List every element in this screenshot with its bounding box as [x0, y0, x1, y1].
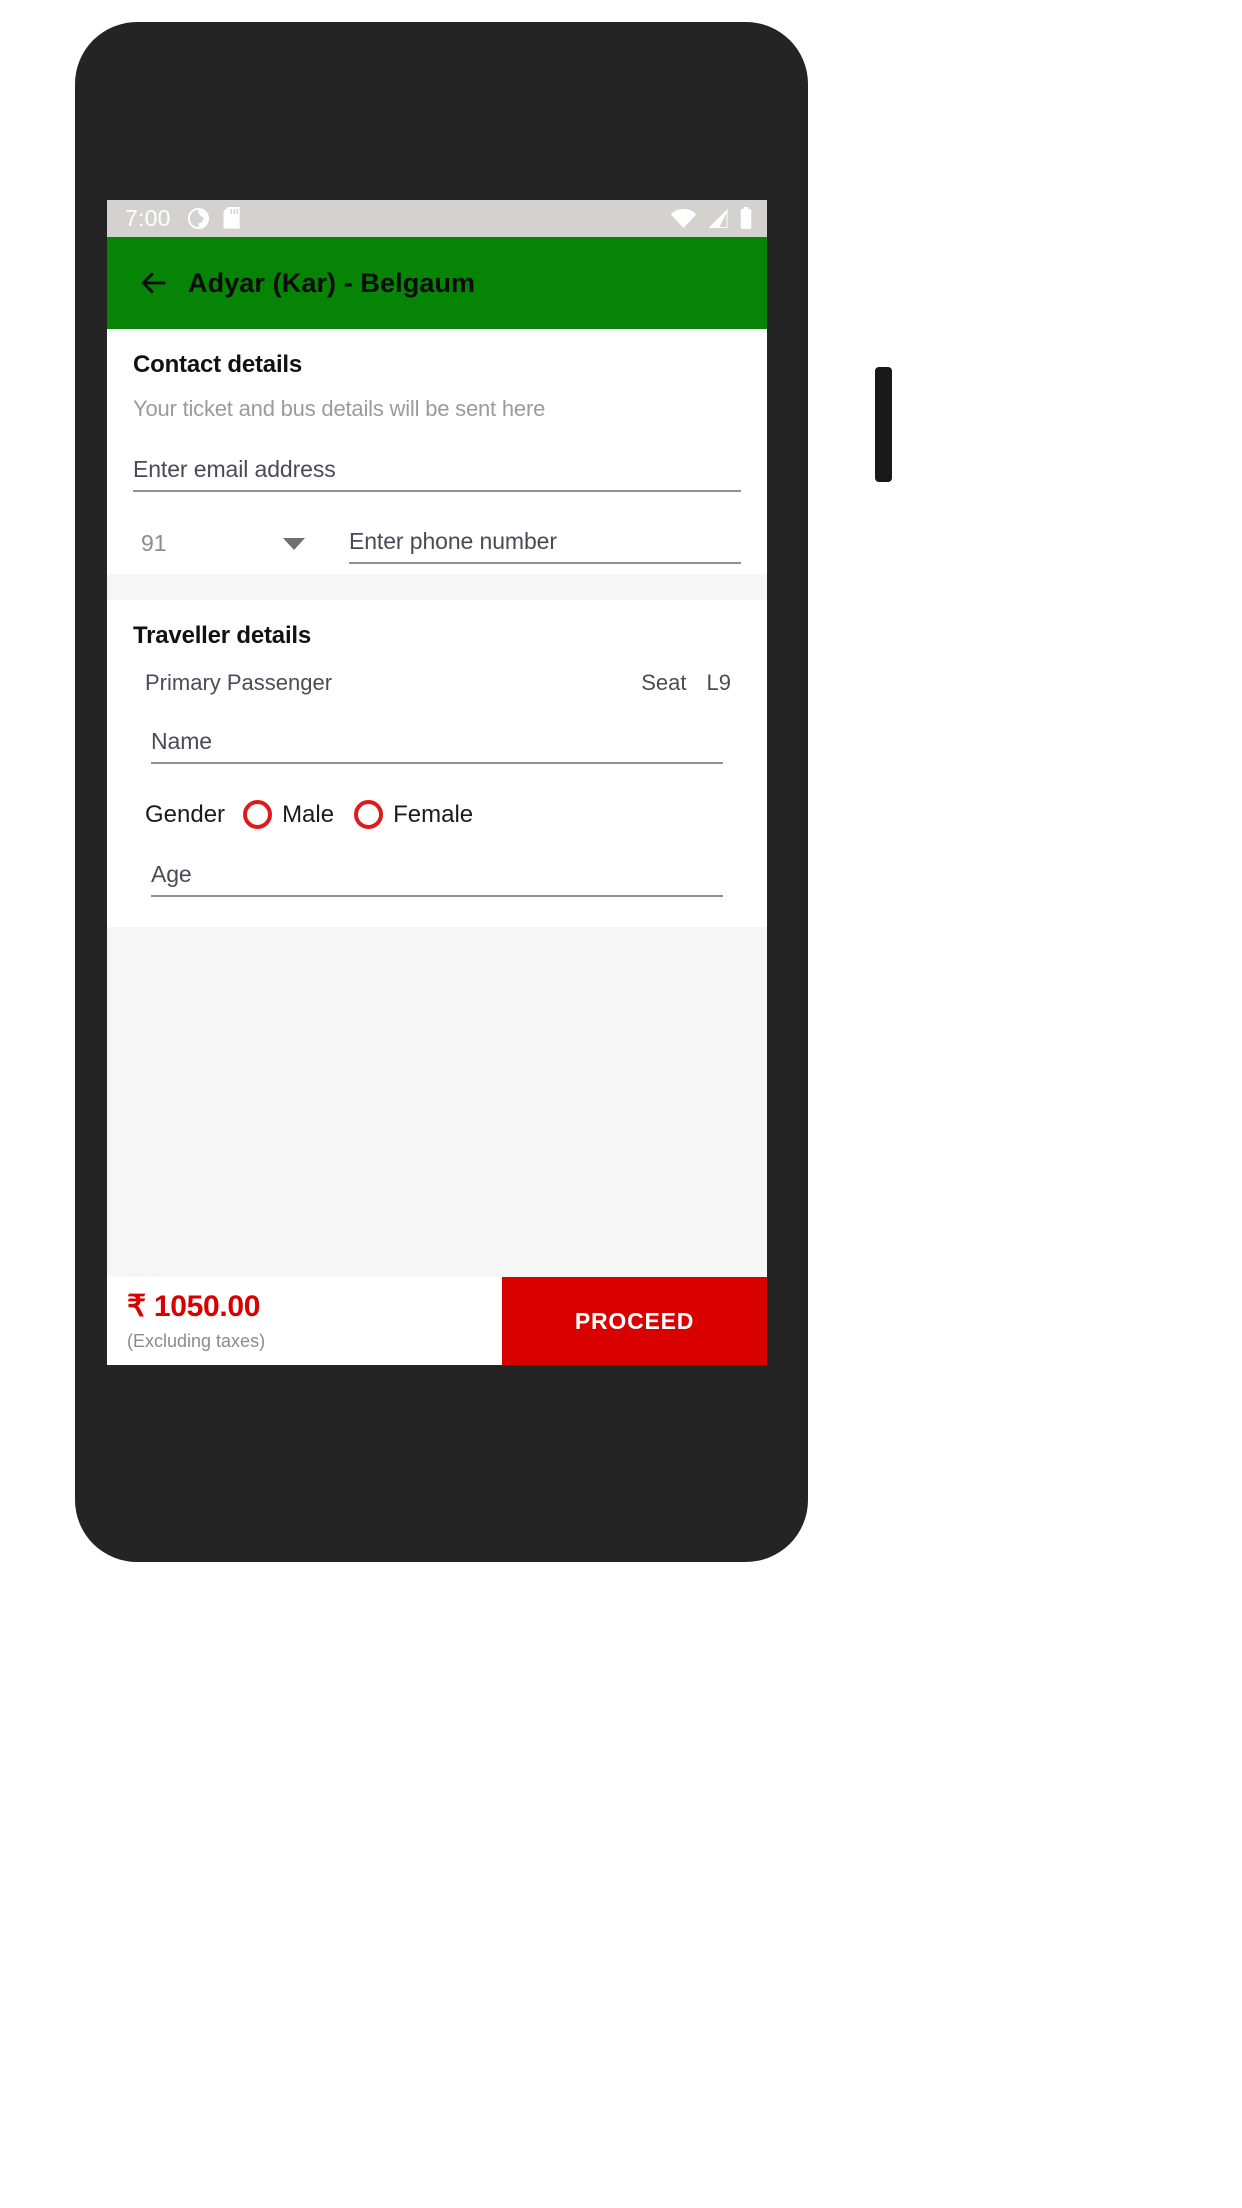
power-button[interactable] [875, 367, 892, 482]
cell-signal-icon [708, 208, 728, 229]
email-field[interactable]: Enter email address [133, 456, 741, 492]
gender-row: Gender Male Female [145, 800, 741, 829]
traveller-details-card: Traveller details Primary Passenger Seat… [107, 600, 767, 927]
gender-label: Gender [145, 800, 226, 828]
seat-info: Seat L9 [641, 670, 731, 696]
name-field-placeholder: Name [151, 728, 212, 754]
name-field[interactable]: Name [151, 728, 723, 764]
status-right-icons [670, 207, 753, 230]
phone-row: 91 Enter phone number [133, 528, 741, 564]
gender-option-female-label[interactable]: Female [393, 801, 473, 829]
phone-screen: 7:00 Adyar (Kar) - Belgaum Contact detai… [107, 200, 767, 1365]
content-area: Contact details Your ticket and bus deta… [107, 329, 767, 1365]
seat-label: Seat [641, 670, 687, 695]
contact-details-heading: Contact details [133, 351, 303, 378]
price-note: (Excluding taxes) [127, 1331, 266, 1351]
gender-radio-female[interactable] [354, 800, 384, 829]
card-divider [107, 574, 767, 600]
country-code-select[interactable]: 91 [133, 530, 323, 564]
passenger-label: Primary Passenger [145, 670, 333, 695]
battery-icon [740, 207, 752, 230]
price-block: ₹ 1050.00 (Excluding taxes) [107, 1277, 502, 1365]
age-field-placeholder: Age [151, 861, 192, 887]
page-title: Adyar (Kar) - Belgaum [188, 267, 476, 298]
status-left-icons [187, 206, 242, 231]
gender-radio-male[interactable] [243, 800, 273, 829]
app-bar: Adyar (Kar) - Belgaum [107, 237, 767, 329]
age-field[interactable]: Age [151, 861, 723, 897]
country-code-value: 91 [141, 530, 167, 556]
email-field-placeholder: Enter email address [133, 456, 336, 482]
wifi-icon [670, 208, 697, 229]
phone-number-field[interactable]: Enter phone number [349, 528, 741, 564]
total-price: ₹ 1050.00 [127, 1290, 261, 1323]
sd-card-icon [223, 206, 240, 229]
phone-field-placeholder: Enter phone number [349, 528, 557, 554]
chevron-down-icon [283, 537, 305, 550]
traveller-details-heading: Traveller details [133, 622, 312, 649]
proceed-button[interactable]: PROCEED [502, 1277, 767, 1365]
back-arrow-icon[interactable] [137, 266, 171, 300]
contact-details-card: Contact details Your ticket and bus deta… [107, 329, 767, 574]
contact-details-subtitle: Your ticket and bus details will be sent… [133, 396, 546, 421]
passenger-row: Primary Passenger Seat L9 [133, 670, 741, 696]
status-time: 7:00 [125, 205, 171, 231]
do-not-disturb-icon [187, 207, 209, 230]
gender-option-male-label[interactable]: Male [282, 801, 334, 829]
seat-number: L9 [706, 670, 731, 695]
status-bar: 7:00 [107, 200, 767, 237]
bottom-bar: ₹ 1050.00 (Excluding taxes) PROCEED [107, 1277, 767, 1365]
